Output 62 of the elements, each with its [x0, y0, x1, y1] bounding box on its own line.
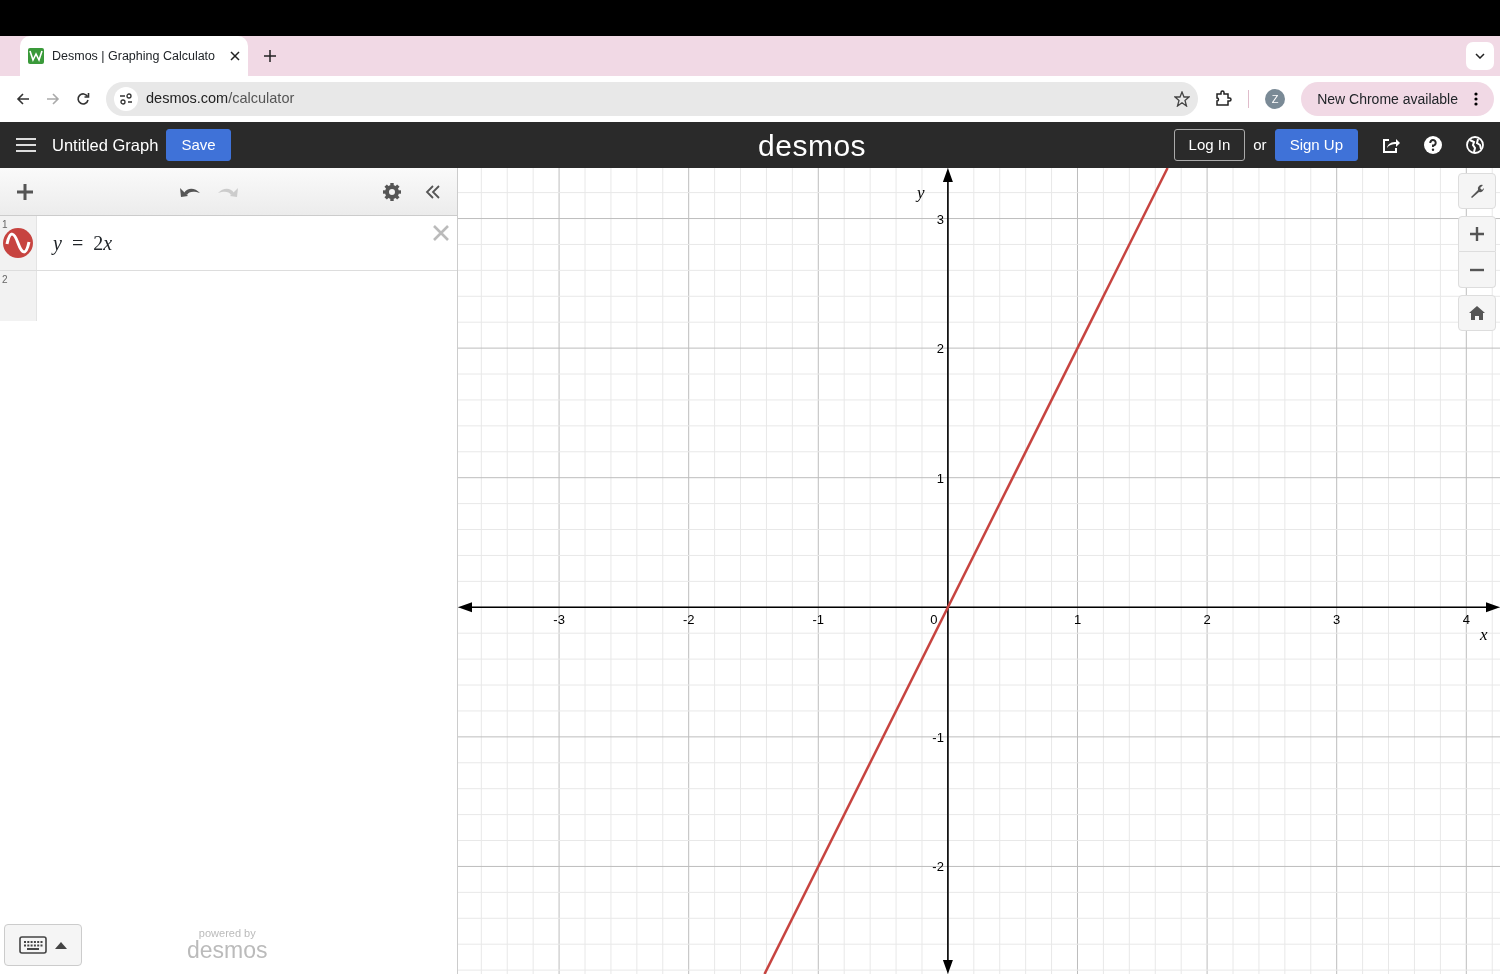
globe-icon[interactable] — [1466, 136, 1484, 154]
powered-by-label: powered by — [198, 928, 256, 939]
chevron-down-icon — [1475, 53, 1485, 59]
extensions-icon[interactable] — [1214, 90, 1233, 108]
keyboard-button[interactable] — [4, 924, 82, 966]
profile-avatar[interactable]: Z — [1265, 89, 1286, 109]
collapse-icon[interactable] — [425, 183, 441, 200]
tick-label: -2 — [932, 859, 944, 875]
line-number: 1 — [2, 218, 8, 232]
update-button[interactable]: New Chrome available — [1301, 82, 1494, 116]
tick-label: 4 — [1462, 612, 1470, 628]
home-icon — [1469, 306, 1485, 320]
caret-up-icon — [55, 941, 67, 949]
star-icon[interactable] — [1174, 91, 1191, 107]
url-text: desmos.com/calculator — [146, 89, 296, 109]
tab-search-button[interactable] — [1466, 42, 1494, 70]
reload-icon[interactable] — [76, 92, 90, 106]
tick-label: -2 — [682, 612, 695, 628]
help-icon[interactable] — [1424, 136, 1442, 154]
tick-label: 1 — [1073, 612, 1082, 628]
tick-label: 3 — [1333, 612, 1341, 628]
save-button[interactable]: Save — [166, 129, 231, 161]
tick-label: -1 — [812, 612, 825, 628]
tick-label: 2 — [1203, 612, 1211, 628]
expression-input[interactable]: y = 2x — [53, 228, 113, 258]
graph-color-icon[interactable] — [3, 228, 33, 258]
signup-button[interactable]: Sign Up — [1274, 129, 1358, 161]
plus-icon — [1470, 227, 1484, 241]
login-button[interactable]: Log In — [1173, 129, 1246, 161]
add-icon[interactable] — [16, 182, 34, 201]
footer-logo: desmos — [187, 939, 268, 962]
browser-tab[interactable]: Desmos | Graphing Calculato — [20, 36, 248, 76]
graph-title[interactable]: Untitled Graph — [52, 132, 159, 158]
logo: desmos — [757, 127, 868, 164]
or-label: or — [1253, 134, 1267, 155]
zoom-in-button[interactable] — [1458, 216, 1496, 252]
share-icon[interactable] — [1382, 137, 1400, 153]
axis-label: x — [1480, 625, 1488, 645]
tab-title: Desmos | Graphing Calculato — [52, 47, 217, 65]
back-icon[interactable] — [16, 92, 30, 106]
favicon-icon — [28, 48, 44, 64]
more-icon — [1474, 92, 1478, 106]
origin-label: 0 — [930, 612, 938, 628]
site-settings-icon[interactable] — [114, 87, 138, 111]
keyboard-icon — [19, 936, 47, 954]
tick-label: -3 — [553, 612, 565, 628]
wrench-icon — [1469, 183, 1485, 199]
zoom-out-button[interactable] — [1458, 252, 1496, 288]
axis-label: y — [916, 183, 925, 202]
tick-label: 3 — [936, 211, 944, 227]
tick-label: 2 — [936, 341, 944, 357]
settings-icon[interactable] — [383, 182, 401, 201]
line-number: 2 — [2, 273, 8, 287]
graph-settings-button[interactable] — [1458, 173, 1496, 209]
address-bar[interactable]: desmos.com/calculator — [106, 82, 1199, 116]
tick-label: 1 — [936, 470, 944, 486]
close-icon[interactable] — [230, 51, 240, 61]
menu-icon[interactable] — [16, 137, 36, 153]
home-button[interactable] — [1458, 295, 1496, 331]
minus-icon — [1470, 267, 1484, 272]
new-tab-icon[interactable] — [264, 50, 276, 62]
tick-label: -1 — [932, 729, 944, 745]
